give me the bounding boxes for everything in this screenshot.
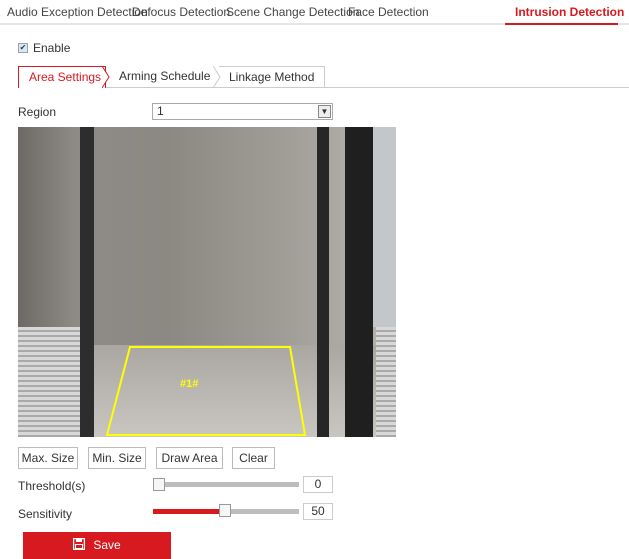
tab-audio-exception[interactable]: Audio Exception Detection bbox=[7, 5, 148, 19]
region-id-label: #1# bbox=[180, 378, 198, 390]
chevron-down-icon[interactable]: ▼ bbox=[318, 105, 331, 118]
sensitivity-label: Sensitivity bbox=[18, 507, 73, 521]
save-button[interactable]: Save bbox=[23, 532, 171, 559]
draw-area-button[interactable]: Draw Area bbox=[156, 447, 223, 469]
detection-tabs: Audio Exception Detection Defocus Detect… bbox=[0, 0, 629, 25]
enable-label: Enable bbox=[33, 41, 71, 55]
video-preview[interactable]: #1# bbox=[18, 127, 396, 437]
settings-subtabs: Area Settings Arming Schedule Linkage Me… bbox=[18, 66, 629, 88]
clear-button[interactable]: Clear bbox=[232, 447, 275, 469]
threshold-value[interactable]: 0 bbox=[303, 476, 333, 493]
sensitivity-slider-thumb[interactable] bbox=[219, 504, 231, 517]
sensitivity-value[interactable]: 50 bbox=[303, 503, 333, 520]
region-select[interactable]: 1 ▼ bbox=[152, 103, 333, 120]
tab-scene-change[interactable]: Scene Change Detection bbox=[226, 5, 359, 19]
sensitivity-slider-fill bbox=[153, 509, 226, 514]
intrusion-region-polygon[interactable]: #1# bbox=[18, 127, 396, 437]
region-value: 1 bbox=[157, 104, 164, 118]
save-label: Save bbox=[93, 538, 121, 552]
save-icon bbox=[73, 537, 86, 551]
min-size-button[interactable]: Min. Size bbox=[88, 447, 146, 469]
threshold-slider-thumb[interactable] bbox=[153, 478, 165, 491]
subtab-linkage-method[interactable]: Linkage Method bbox=[219, 66, 326, 88]
threshold-label: Threshold(s) bbox=[18, 479, 86, 493]
region-label: Region bbox=[18, 105, 57, 119]
tab-intrusion-detection[interactable]: Intrusion Detection bbox=[515, 5, 624, 19]
threshold-slider[interactable] bbox=[153, 482, 299, 487]
max-size-button[interactable]: Max. Size bbox=[18, 447, 78, 469]
tab-face-detection[interactable]: Face Detection bbox=[348, 5, 429, 19]
subtab-area-settings[interactable]: Area Settings bbox=[18, 66, 106, 88]
tab-defocus[interactable]: Defocus Detection bbox=[132, 5, 230, 19]
active-tab-underline bbox=[505, 23, 618, 25]
enable-checkbox[interactable]: ✔ bbox=[18, 43, 28, 53]
subtab-arming-schedule[interactable]: Arming Schedule bbox=[109, 66, 220, 88]
